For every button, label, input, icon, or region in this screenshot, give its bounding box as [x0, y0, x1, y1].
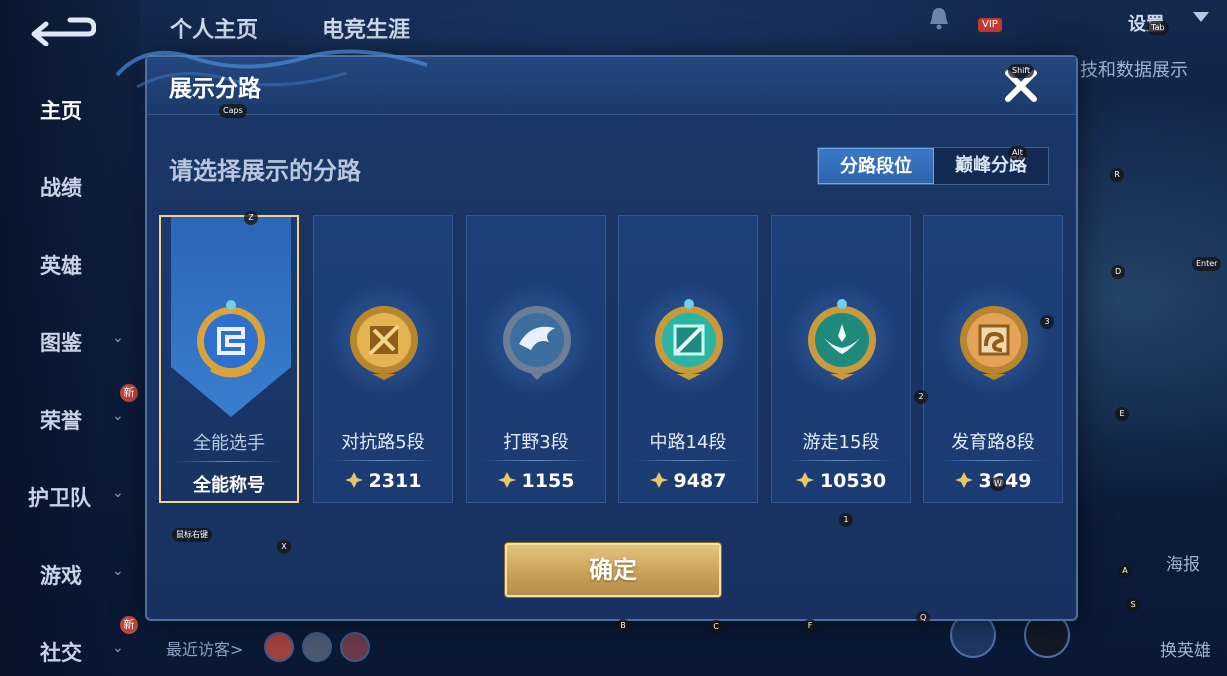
power-score-icon	[954, 472, 973, 488]
chevron-down-icon: ⌄	[112, 485, 124, 501]
lane-score: 9487	[619, 470, 757, 492]
lane-score: 2311	[314, 470, 452, 492]
key-hint: X	[277, 540, 291, 554]
lane-name: 中路14段	[649, 432, 727, 453]
confirm-button[interactable]: 确定	[505, 543, 721, 597]
poster-label[interactable]: 海报	[1166, 550, 1200, 575]
power-score-icon	[795, 472, 814, 488]
key-hint: A	[1118, 564, 1132, 578]
roam-emblem-icon	[808, 299, 876, 380]
new-badge: 新	[120, 616, 138, 634]
card-divider	[481, 460, 591, 461]
toggle-peak-lane[interactable]: 巅峰分路	[934, 148, 1048, 184]
lane-name: 对抗路5段	[341, 432, 425, 453]
chevron-down-icon: ⌄	[112, 330, 124, 346]
cloud-swirl-decoration	[115, 49, 428, 89]
nav-item-heroes[interactable]: 英雄	[40, 250, 82, 280]
key-hint: Enter	[1192, 257, 1222, 271]
power-score-icon	[649, 472, 668, 488]
key-hint: E	[1115, 407, 1129, 421]
data-display-label: 技和数据展示	[1080, 60, 1188, 81]
key-hint: Caps	[219, 104, 247, 118]
power-score-icon	[344, 472, 363, 488]
lane-card-list: 全能选手 全能称号 对抗路5段 2311 打野3段 1155 中路14段 948…	[159, 213, 1069, 505]
recent-visitors-label[interactable]: 最近访客>	[166, 636, 243, 660]
lane-score-value: 1155	[521, 470, 575, 492]
back-arrow-icon[interactable]	[30, 12, 96, 46]
key-hint: F	[803, 619, 817, 633]
lane-score-value: 10530	[819, 470, 887, 492]
power-score-icon	[497, 472, 516, 488]
lane-score: 10530	[772, 470, 910, 492]
key-hint: Alt	[1008, 146, 1027, 160]
card-divider	[175, 461, 283, 462]
nav-item-guard[interactable]: 护卫队	[28, 482, 91, 512]
farm-lane-emblem-icon	[960, 306, 1028, 380]
nav-item-games[interactable]: 游戏	[40, 560, 82, 590]
nav-item-home[interactable]: 主页	[40, 95, 82, 125]
key-hint: S	[1126, 598, 1140, 612]
key-hint: Tab	[1147, 21, 1169, 35]
dialog-subtitle: 请选择展示的分路	[169, 157, 361, 185]
lane-score: 1155	[467, 470, 605, 492]
jungle-emblem-icon	[503, 306, 571, 380]
lane-card-mid[interactable]: 中路14段 9487	[618, 215, 758, 503]
nav-item-codex[interactable]: 图鉴	[40, 327, 82, 357]
bell-icon[interactable]	[928, 6, 950, 30]
key-hint: W	[990, 477, 1006, 491]
lane-name: 发育路8段	[951, 432, 1035, 453]
dropdown-arrow-icon[interactable]	[1193, 12, 1209, 22]
chevron-down-icon: ⌄	[112, 563, 124, 579]
avatar[interactable]	[302, 632, 332, 662]
toggle-lane-rank[interactable]: 分路段位	[818, 148, 934, 184]
lane-title: 全能称号	[193, 475, 265, 496]
change-hero-label[interactable]: 换英雄	[1160, 636, 1211, 661]
key-hint: 鼠标右键	[172, 528, 212, 542]
lane-card-roam[interactable]: 游走15段 10530	[771, 215, 911, 503]
key-hint: 2	[914, 390, 928, 404]
card-divider	[786, 460, 896, 461]
lane-name: 打野3段	[503, 432, 569, 453]
key-hint: Z	[244, 211, 258, 225]
key-hint: R	[1110, 168, 1124, 182]
lane-card-clash[interactable]: 对抗路5段 2311	[313, 215, 453, 503]
lane-display-dialog: 展示分路 请选择展示的分路 分路段位 巅峰分路 全能选手 全能称号 对抗路5段 …	[115, 49, 1078, 621]
key-hint: C	[709, 620, 723, 634]
chevron-down-icon: ⌄	[112, 640, 124, 656]
mid-lane-emblem-icon	[655, 299, 723, 380]
lane-score-value: 9487	[673, 470, 727, 492]
vip-badge: VIP	[978, 18, 1002, 32]
key-hint: B	[616, 619, 630, 633]
new-badge: 新	[120, 384, 138, 402]
avatar[interactable]	[264, 632, 294, 662]
lane-card-all-round[interactable]: 全能选手 全能称号	[159, 215, 299, 503]
card-divider	[938, 460, 1048, 461]
dialog-title: 展示分路	[169, 76, 261, 102]
lane-score-value: 2311	[368, 470, 422, 492]
all-round-emblem-icon	[197, 300, 265, 378]
lane-card-jungle[interactable]: 打野3段 1155	[466, 215, 606, 503]
card-divider	[328, 460, 438, 461]
nav-item-honor[interactable]: 荣誉	[40, 405, 82, 435]
lane-name: 游走15段	[802, 432, 880, 453]
nav-item-social[interactable]: 社交	[40, 637, 82, 667]
clash-lane-emblem-icon	[350, 306, 418, 380]
tab-esports[interactable]: 电竞生涯	[322, 12, 410, 44]
lane-name: 全能选手	[193, 433, 265, 454]
chevron-down-icon: ⌄	[112, 408, 124, 424]
key-hint: 3	[1040, 315, 1054, 329]
nav-item-record[interactable]: 战绩	[40, 172, 82, 202]
key-hint: 1	[839, 513, 853, 527]
key-hint: Shift	[1008, 64, 1035, 78]
tab-profile[interactable]: 个人主页	[170, 12, 258, 44]
lane-card-farm[interactable]: 发育路8段 3649	[923, 215, 1063, 503]
avatar[interactable]	[340, 632, 370, 662]
card-divider	[633, 460, 743, 461]
